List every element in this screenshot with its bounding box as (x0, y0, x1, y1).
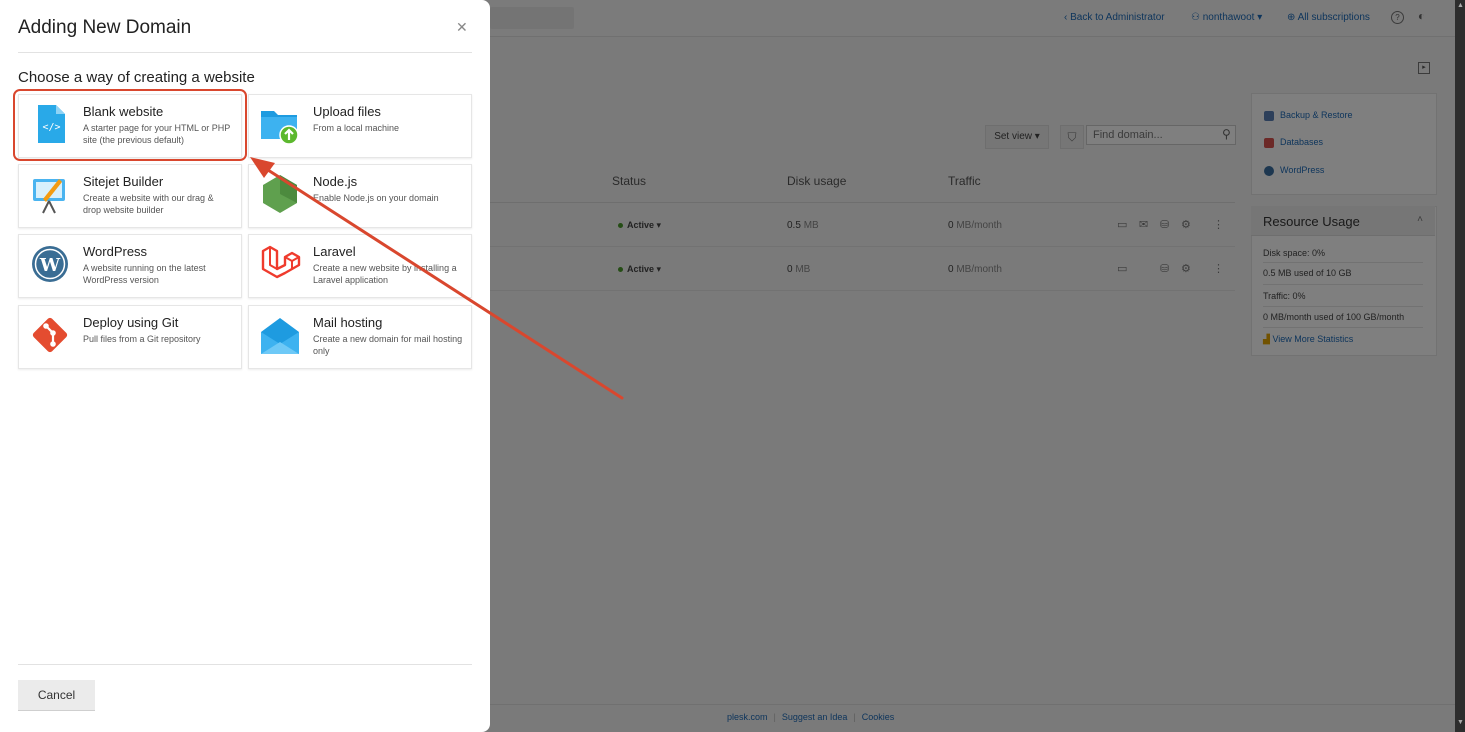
nodejs-hexagon-icon (263, 175, 297, 213)
highlight-box (13, 89, 247, 161)
dialog-footer-divider (18, 664, 472, 665)
option-description: Pull files from a Git repository (83, 334, 201, 344)
scroll-down-arrow[interactable]: ▼ (1457, 719, 1464, 726)
scrollbar[interactable] (1455, 0, 1465, 732)
folder-upload-icon (261, 111, 299, 145)
scroll-up-arrow[interactable]: ▲ (1457, 2, 1464, 9)
option-description: From a local machine (313, 123, 400, 133)
option-title: Upload files (313, 104, 381, 119)
option-description: A website running on the latest WordPres… (83, 263, 206, 285)
option-deploy-git[interactable]: Deploy using Git Pull files from a Git r… (18, 305, 242, 369)
cancel-button[interactable]: Cancel (18, 680, 95, 711)
git-icon (32, 317, 68, 353)
laravel-icon (261, 245, 301, 279)
mail-envelope-icon (261, 318, 299, 354)
option-sitejet-builder[interactable]: Sitejet Builder Create a website with ou… (18, 164, 242, 228)
dialog-title: Adding New Domain (18, 17, 192, 38)
option-title: WordPress (83, 244, 148, 259)
wordpress-icon: W (32, 246, 68, 282)
option-title: Deploy using Git (83, 315, 179, 330)
svg-text:W: W (39, 255, 61, 276)
option-title: Node.js (313, 174, 358, 189)
option-upload-files[interactable]: Upload files From a local machine (248, 94, 472, 158)
option-title: Mail hosting (313, 315, 383, 330)
option-wordpress[interactable]: W WordPress A website running on the lat… (18, 234, 242, 298)
option-title: Sitejet Builder (83, 174, 164, 189)
sitejet-easel-icon (33, 179, 65, 214)
option-description: Create a website with our drag & drop we… (83, 193, 214, 215)
option-description: Create a new website by installing a Lar… (313, 263, 457, 285)
option-mail-hosting[interactable]: Mail hosting Create a new domain for mai… (248, 305, 472, 369)
close-icon[interactable]: ✕ (456, 19, 468, 36)
option-description: Enable Node.js on your domain (313, 193, 439, 203)
option-nodejs[interactable]: Node.js Enable Node.js on your domain (248, 164, 472, 228)
dialog-subtitle: Choose a way of creating a website (18, 69, 255, 86)
adding-domain-dialog: Adding New Domain ✕ Choose a way of crea… (0, 0, 490, 732)
dialog-divider (18, 52, 472, 53)
option-laravel[interactable]: Laravel Create a new website by installi… (248, 234, 472, 298)
option-description: Create a new domain for mail hosting onl… (313, 334, 463, 356)
option-title: Laravel (313, 244, 356, 259)
